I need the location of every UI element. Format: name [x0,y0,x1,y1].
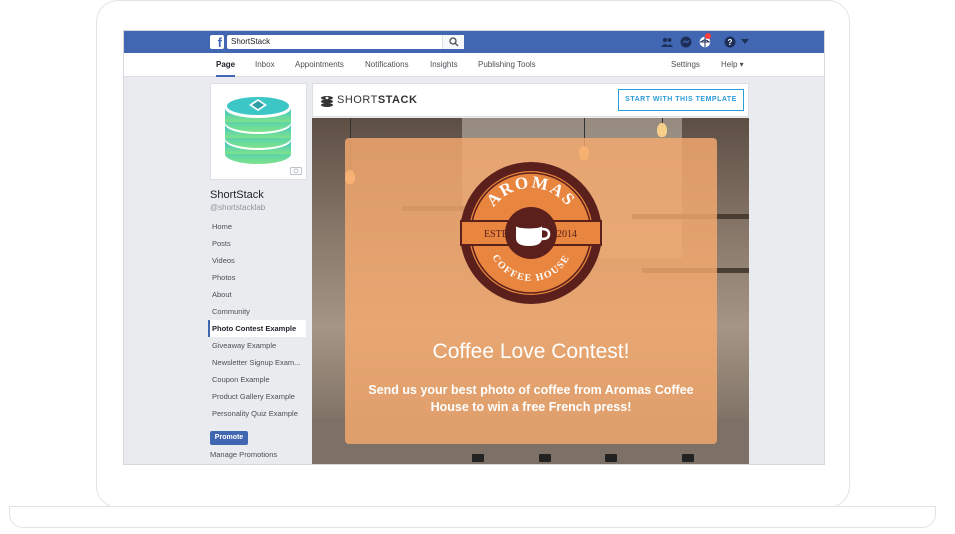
contest-title: Coffee Love Contest! [432,340,630,363]
contest-hero: AROMAS COFFEE HOUSE ESTB 2014 Coffee Lov… [312,118,749,464]
search-icon [449,37,459,47]
nav-photo-contest-example[interactable]: Photo Contest Example [208,320,306,337]
app-header: SHORTSTACK START WITH THIS TEMPLATE [312,83,749,117]
nav-videos[interactable]: Videos [208,252,306,269]
badge-right-text: 2014 [557,229,577,240]
laptop-base [9,506,936,528]
shortstack-logo-icon [321,96,333,107]
contest-card: AROMAS COFFEE HOUSE ESTB 2014 Coffee Lov… [345,138,717,444]
tab-publishing-tools[interactable]: Publishing Tools [478,53,536,77]
start-template-button[interactable]: START WITH THIS TEMPLATE [618,89,744,111]
tab-page[interactable]: Page [216,53,236,77]
search-input-value: ShortStack [231,37,271,46]
logo-prefix: SHORT [337,94,378,106]
manage-promotions-link[interactable]: Manage Promotions [210,450,277,459]
promote-button[interactable]: Promote [210,431,248,445]
nav-community[interactable]: Community [208,303,306,320]
browser-screen: f ShortStack ? Page Inbox Appointments N… [123,30,825,465]
page-tabs-bar: Page Inbox Appointments Notifications In… [124,53,824,77]
badge-left-text: ESTB [484,229,509,240]
logo-suffix: STACK [377,94,418,106]
nav-photos[interactable]: Photos [208,269,306,286]
shortstack-logo-icon [225,97,291,164]
tab-settings[interactable]: Settings [671,53,700,77]
page-nav-list: Home Posts Videos Photos About Community… [208,218,306,422]
search-input[interactable]: ShortStack [227,35,464,49]
counter-tag [539,454,551,462]
tab-help[interactable]: Help ▾ [721,53,744,77]
nav-home[interactable]: Home [208,218,306,235]
camera-icon[interactable] [290,166,302,175]
tab-appointments[interactable]: Appointments [295,53,344,77]
messenger-icon[interactable] [680,36,692,48]
page-name[interactable]: ShortStack [210,189,264,201]
lamp-bulb [657,123,667,137]
aromas-coffee-badge: AROMAS COFFEE HOUSE ESTB 2014 [460,162,602,304]
facebook-icon[interactable]: f [210,35,224,49]
help-icon[interactable]: ? [724,36,736,48]
facebook-topbar: f ShortStack ? [124,31,824,53]
contest-description: Send us your best photo of coffee from A… [368,383,694,414]
nav-posts[interactable]: Posts [208,235,306,252]
page-handle[interactable]: @shortstacklab [210,203,265,212]
tab-inbox[interactable]: Inbox [255,53,275,77]
counter-tag [605,454,617,462]
nav-personality-quiz-example[interactable]: Personality Quiz Example [208,405,306,422]
search-button[interactable] [442,35,464,49]
nav-coupon-example[interactable]: Coupon Example [208,371,306,388]
counter-tag [682,454,694,462]
shortstack-wordmark: SHORTSTACK [337,94,417,106]
tab-insights[interactable]: Insights [430,53,458,77]
notification-badge [705,33,711,39]
nav-product-gallery-example[interactable]: Product Gallery Example [208,388,306,405]
nav-about[interactable]: About [208,286,306,303]
nav-newsletter-signup-example[interactable]: Newsletter Signup Exam... [208,354,306,371]
friends-icon[interactable] [661,36,673,48]
svg-text:?: ? [728,38,733,47]
nav-giveaway-example[interactable]: Giveaway Example [208,337,306,354]
dropdown-arrow-icon[interactable] [741,39,749,45]
tab-notifications[interactable]: Notifications [365,53,409,77]
counter-tag [472,454,484,462]
profile-picture[interactable] [210,83,307,180]
